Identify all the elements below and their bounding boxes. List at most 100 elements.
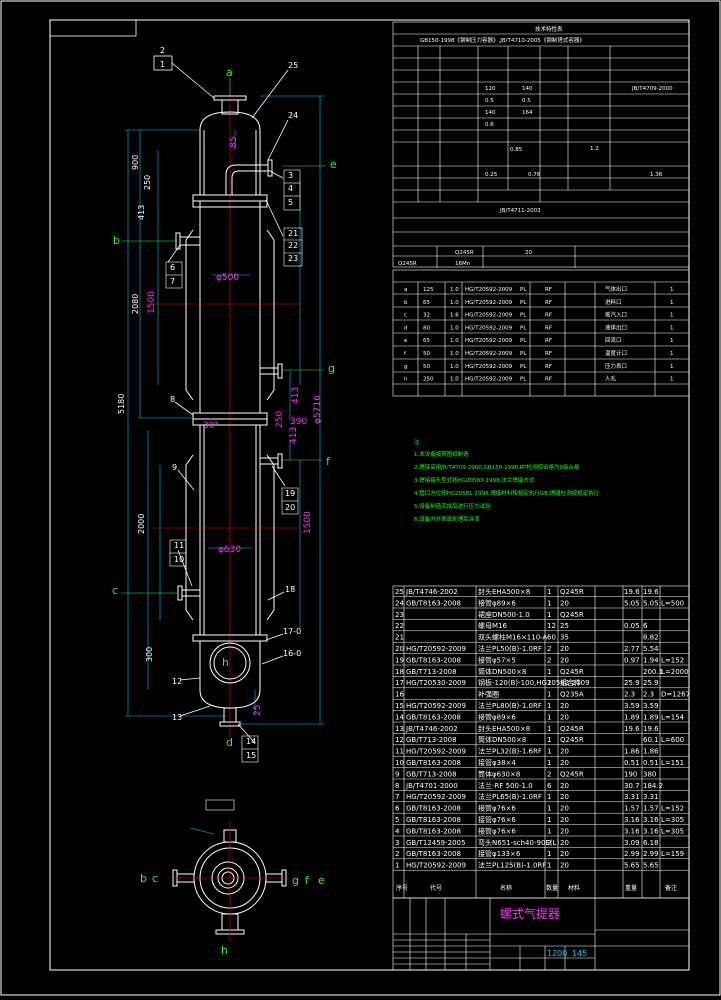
parts-cell-note: L=151 [661, 759, 684, 767]
nozzle-c-pipe [181, 589, 201, 597]
nozzle-cell-std: HG/T20592-2009 [465, 338, 513, 344]
parts-cell-note: L=152 [661, 805, 684, 813]
parts-cell-w2: 60.1 [643, 736, 659, 744]
parts-cell-mat: 20 [560, 793, 569, 801]
parts-cell-qty: 6 [547, 782, 552, 790]
nozzle-cell-pn: 1.0 [450, 287, 459, 293]
design-val-15: 20 [525, 250, 532, 256]
plan-label-g: g [292, 874, 299, 887]
parts-cell-std: GB/T8163-2008 [406, 656, 461, 664]
plan-label-c: c [152, 872, 158, 885]
parts-cell-no: 12 [395, 736, 404, 744]
callout-2: 2 [160, 46, 165, 55]
parts-cell-mat: 组合件 [560, 678, 581, 687]
parts-cell-mat: 25 [560, 622, 569, 630]
parts-cell-name: 补强圈 [478, 690, 499, 699]
nozzle-cell-type: RF [545, 325, 552, 331]
callout-23: 23 [288, 254, 298, 263]
parts-cell-name: 接管φ89×6 [478, 712, 516, 721]
parts-header-no: 序号 [396, 884, 408, 892]
parts-cell-w2: 5.54 [643, 645, 659, 653]
parts-cell-note: L=2000 [661, 668, 689, 676]
drawing-scale: 1200 [547, 949, 567, 958]
label-e: e [330, 158, 337, 171]
nozzle-g-pipe [259, 367, 279, 375]
plan-label-b: b [140, 872, 147, 885]
parts-cell-note: L=500 [661, 599, 684, 607]
parts-cell-w1: 2.77 [624, 645, 640, 653]
parts-cell-qty: 1 [547, 691, 551, 699]
parts-cell-w2: 19.6 [643, 588, 659, 596]
callout-20: 20 [285, 503, 295, 512]
parts-cell-no: 24 [395, 599, 404, 607]
nozzle-cell-dn: 50 [423, 364, 430, 370]
parts-cell-w1: 25.9 [624, 679, 640, 687]
parts-cell-no: 23 [395, 611, 404, 619]
parts-cell-name: 接管φ76×6 [478, 804, 516, 813]
parts-cell-mat: 20 [560, 599, 569, 607]
parts-header-qty: 数量 [546, 884, 558, 892]
nozzle-cell-face: PL [520, 300, 527, 306]
parts-cell-name: 接管φ38×4 [478, 758, 516, 767]
nozzle-cell-type: RF [545, 338, 552, 344]
callout-24: 24 [288, 111, 298, 120]
label-g: g [328, 362, 335, 375]
parts-cell-mat: 20 [560, 702, 569, 710]
callout-15: 15 [246, 751, 256, 760]
nozzle-f-pipe [259, 457, 279, 465]
nozzle-cell-use: 气体出口 [605, 285, 627, 293]
parts-cell-qty: 1 [547, 748, 551, 756]
parts-cell-qty: 1 [547, 805, 551, 813]
callout-4: 4 [288, 184, 293, 193]
parts-cell-qty: 1 [547, 679, 551, 687]
note-3: 3.焊接接头型式按HG20583-1998,法兰焊接方式 [414, 476, 535, 484]
parts-cell-no: 18 [395, 668, 404, 676]
parts-cell-w2: 6.18 [643, 839, 659, 847]
parts-cell-name: 法兰PL32(B)-1.6RF [478, 747, 542, 756]
parts-cell-note: L=152 [661, 656, 684, 664]
parts-cell-name: 封头EHA500×8 [478, 724, 530, 733]
parts-cell-no: 3 [395, 839, 399, 847]
dim-30deg: 30° [203, 421, 219, 431]
nozzle-cell-type: RF [545, 300, 552, 306]
parts-header-name: 名称 [500, 884, 512, 892]
parts-cell-no: 21 [395, 634, 404, 642]
parts-cell-qty: 1 [547, 702, 551, 710]
parts-header-std: 代号 [430, 884, 442, 892]
parts-cell-mat: 20 [560, 713, 569, 721]
callout-19: 19 [285, 489, 295, 498]
parts-cell-std: HG/T20530-2009 [406, 679, 466, 687]
parts-cell-mat: Q245R [560, 725, 584, 733]
nozzle-cell-type: RF [545, 364, 552, 370]
parts-cell-qty: 1 [547, 736, 551, 744]
drawing-title: 螺式气提器 [500, 906, 560, 921]
outer-border [0, 0, 721, 996]
parts-cell-name: 接管φ133×6 [478, 849, 521, 858]
parts-cell-w1: 3.09 [624, 839, 640, 847]
callout-13: 13 [172, 713, 182, 722]
label-f: f [326, 455, 331, 468]
parts-cell-qty: 2 [547, 656, 551, 664]
nozzle-cell-use: 压力表口 [605, 362, 627, 370]
callout-18: 18 [285, 585, 295, 594]
design-val-11: 1.2 [590, 146, 599, 152]
parts-cell-mat: 20 [560, 827, 569, 835]
note-4: 4.管口方位按HG20581-1998,焊接材料按规定执行GB,焊缝检测按规定执… [414, 489, 600, 497]
callout-3: 3 [288, 171, 293, 180]
corner-tag [49, 19, 137, 37]
parts-cell-no: 9 [395, 770, 399, 778]
nozzle-cell-dn: 125 [423, 287, 434, 293]
nozzle-cell-mark: a [404, 287, 407, 293]
nozzle-cell-pn: 1.0 [450, 377, 459, 383]
parts-cell-std: JB/T4701-2000 [405, 782, 458, 790]
parts-cell-qty: 1 [547, 713, 551, 721]
parts-cell-std: HG/T20592-2009 [406, 862, 466, 870]
dim-250: 250 [143, 175, 152, 190]
nozzle-cell-dn: 80 [423, 325, 430, 331]
parts-cell-mat: Q245R [560, 736, 584, 744]
plan-view [170, 799, 290, 942]
nozzle-cell-qty: 1 [670, 313, 674, 319]
parts-cell-w1: 0.97 [624, 656, 640, 664]
nozzle-cell-face: PL [520, 338, 527, 344]
design-table-standard: GB150-1998《钢制压力容器》,JB/T4710-2005《钢制塔式容器》 [420, 36, 585, 44]
